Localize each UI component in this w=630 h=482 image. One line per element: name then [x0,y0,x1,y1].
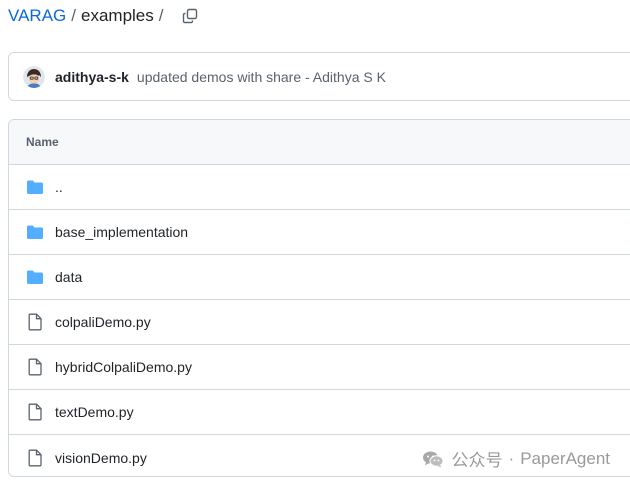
breadcrumb-current-dir: examples [81,6,154,25]
file-icon [28,313,42,331]
breadcrumb: VARAG / examples / [8,4,199,28]
folder-icon [27,225,43,239]
row-name-link[interactable]: hybridColpaliDemo.py [55,359,192,375]
file-icon [28,358,42,376]
table-row[interactable]: base_implementation [9,210,630,255]
table-header: Name [9,120,630,165]
table-row[interactable]: .. [9,165,630,210]
watermark-separator: · [508,448,515,468]
file-icon-wrapper [26,403,44,421]
file-icon-wrapper [26,358,44,376]
file-icon-wrapper [26,449,44,467]
breadcrumb-separator: / [71,6,76,25]
file-list-table: Name .. base_implementationdata colpaliDem… [8,119,630,477]
commit-message-link[interactable]: updated demos with share - Adithya S K [137,69,386,85]
folder-icon-wrapper [26,223,44,241]
row-name-link[interactable]: base_implementation [55,224,188,240]
watermark: 公众号 · PaperAgent [422,446,610,471]
wechat-icon [422,451,444,467]
commit-author-link[interactable]: adithya-s-k [55,69,129,85]
name-column-header: Name [26,135,59,149]
table-row[interactable]: hybridColpaliDemo.py [9,345,630,390]
row-name-link[interactable]: .. [55,179,63,195]
latest-commit-bar: adithya-s-k updated demos with share - A… [8,52,630,101]
row-name-link[interactable]: colpaliDemo.py [55,314,151,330]
breadcrumb-repo-link[interactable]: VARAG [8,6,66,26]
file-icon [28,403,42,421]
folder-icon-wrapper [26,268,44,286]
breadcrumb-separator: / [158,6,164,25]
file-icon-wrapper [26,313,44,331]
row-name-link[interactable]: visionDemo.py [55,450,147,466]
table-row[interactable]: colpaliDemo.py [9,300,630,345]
row-name-link[interactable]: data [55,269,82,285]
row-name-link[interactable]: textDemo.py [55,404,134,420]
watermark-name: PaperAgent [520,448,610,468]
avatar[interactable] [23,65,45,88]
folder-icon [27,180,43,194]
table-row[interactable]: data [9,255,630,300]
folder-icon-wrapper [26,178,44,196]
copy-path-button[interactable] [181,7,199,25]
table-row[interactable]: textDemo.py [9,390,630,435]
watermark-source: 公众号 [451,451,503,470]
file-icon [28,449,42,466]
folder-icon [27,270,43,284]
copy-icon [182,8,197,24]
